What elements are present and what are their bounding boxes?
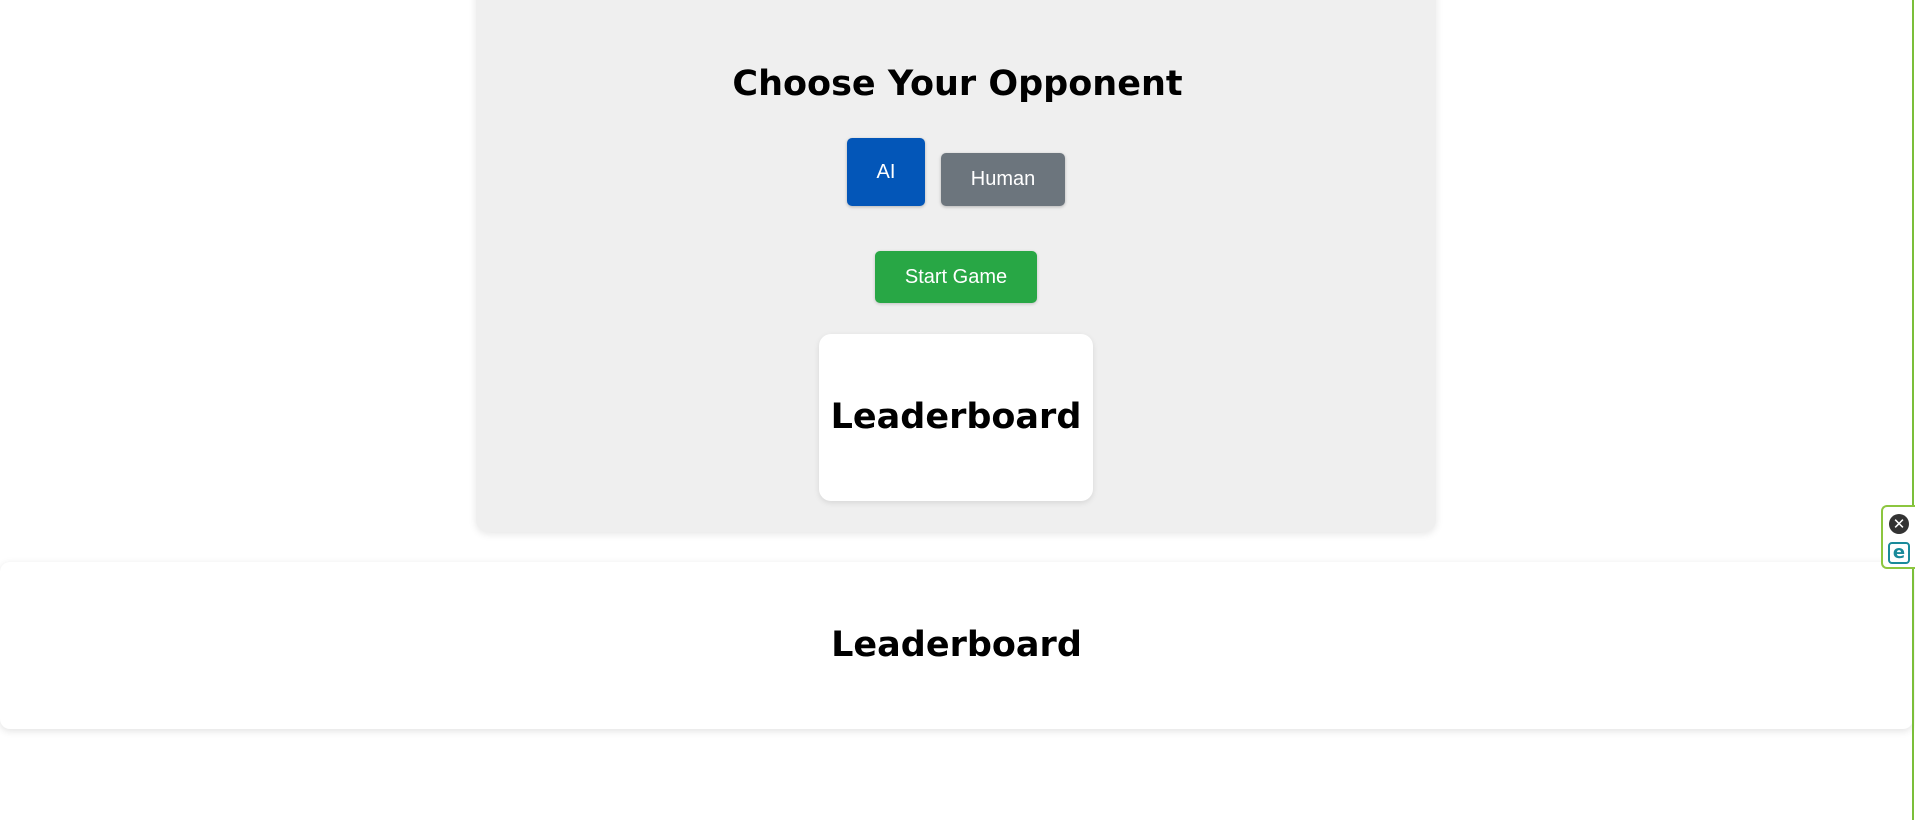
e-logo-icon[interactable]: e — [1888, 542, 1910, 564]
close-icon[interactable]: ✕ — [1889, 514, 1909, 534]
start-game-button[interactable]: Start Game — [875, 251, 1037, 303]
human-opponent-button[interactable]: Human — [941, 153, 1065, 206]
extension-widget: ✕ e — [1881, 505, 1915, 569]
leaderboard-section-title: Leaderboard — [831, 625, 1082, 665]
leaderboard-card-title: Leaderboard — [830, 397, 1082, 437]
extension-edge-line — [1912, 0, 1914, 820]
leaderboard-card: Leaderboard — [819, 334, 1093, 501]
ai-opponent-button[interactable]: AI — [847, 138, 925, 206]
leaderboard-section: Leaderboard — [0, 562, 1913, 729]
page-title: Choose Your Opponent — [732, 64, 1183, 104]
